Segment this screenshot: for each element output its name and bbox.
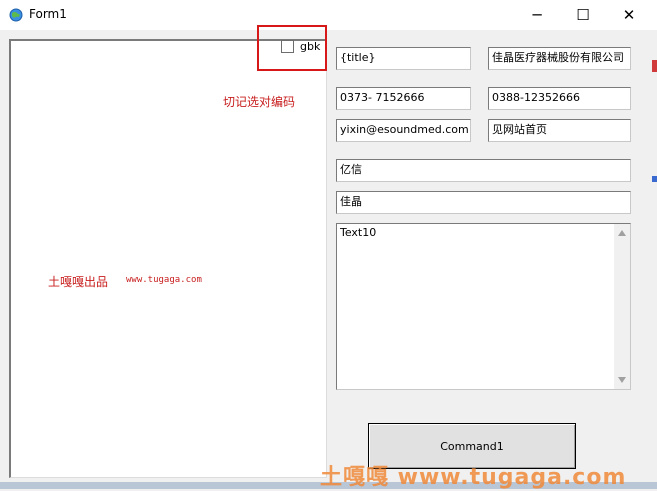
site-note: www.tugaga.com bbox=[126, 275, 202, 285]
encoding-tip: 切记选对编码 bbox=[223, 95, 296, 109]
phone2-field[interactable]: 0388-12352666 bbox=[488, 87, 631, 110]
close-button[interactable]: ✕ bbox=[606, 0, 652, 30]
window-title: Form1 bbox=[29, 7, 67, 21]
title-bar: Form1 ─ ☐ ✕ bbox=[0, 0, 657, 30]
title-field[interactable]: {title} bbox=[336, 47, 471, 70]
minimize-button[interactable]: ─ bbox=[514, 0, 560, 30]
homepage-field[interactable]: 见网站首页 bbox=[488, 119, 631, 142]
text10-memo[interactable]: Text10 bbox=[336, 223, 631, 390]
memo-scrollbar[interactable] bbox=[614, 224, 630, 389]
text7-field[interactable]: 亿信 bbox=[336, 159, 631, 182]
email-field[interactable]: yixin@esoundmed.com bbox=[336, 119, 471, 142]
text8-field[interactable]: 佳晶 bbox=[336, 191, 631, 214]
company-field[interactable]: 佳晶医疗器械股份有限公司 bbox=[488, 47, 631, 70]
gbk-checkbox[interactable]: gbk bbox=[281, 40, 320, 53]
scroll-up-icon[interactable] bbox=[618, 230, 626, 236]
author-note: 土嘎嘎出品 bbox=[48, 275, 109, 289]
gbk-label: gbk bbox=[300, 40, 321, 53]
globe-icon bbox=[9, 8, 23, 22]
background-fragment bbox=[652, 60, 657, 72]
maximize-button[interactable]: ☐ bbox=[560, 0, 606, 30]
background-fragment bbox=[652, 176, 657, 182]
checkbox-square[interactable] bbox=[281, 40, 294, 53]
phone1-field[interactable]: 0373- 7152666 bbox=[336, 87, 471, 110]
memo-text: Text10 bbox=[340, 226, 377, 239]
scroll-down-icon[interactable] bbox=[618, 377, 626, 383]
watermark: 土嘎嘎 www.tugaga.com bbox=[320, 465, 627, 490]
